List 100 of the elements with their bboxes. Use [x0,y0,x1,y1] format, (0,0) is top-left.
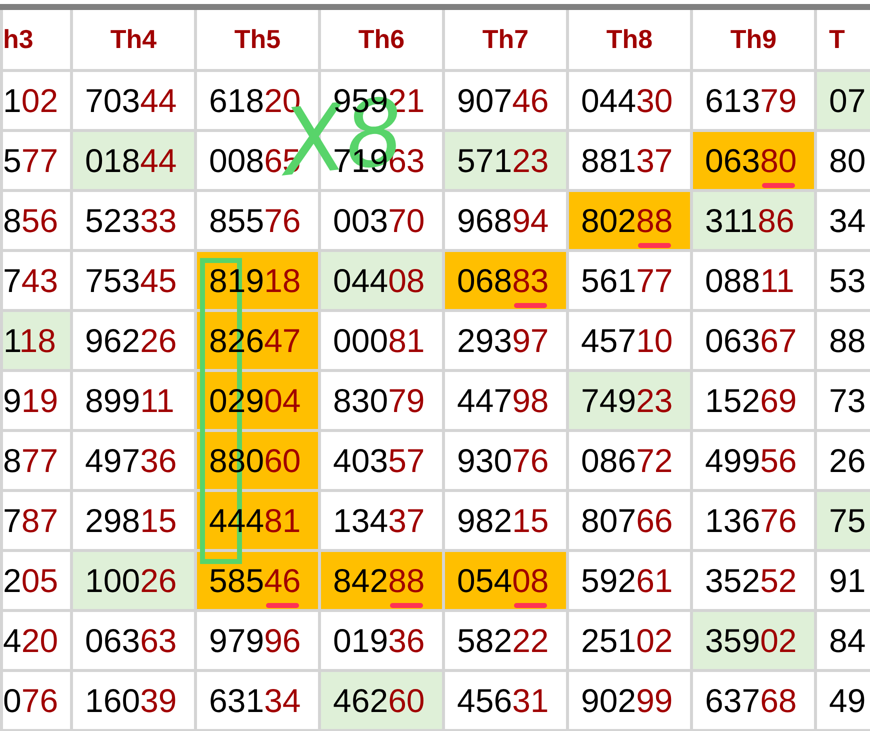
last-two-digits: 33 [140,202,177,238]
number-digits: 068 [457,262,512,298]
number-digits: 9 [3,382,22,418]
last-two-digits: 26 [140,562,177,598]
number-digits: 008 [209,142,264,178]
number-digits: 73 [829,382,866,418]
last-two-digits: 72 [636,442,673,478]
number-digits: 830 [333,382,388,418]
number-digits: 003 [333,202,388,238]
number-digits: 497 [85,442,140,478]
number-digits: 637 [705,682,760,718]
last-two-digits: 97 [512,322,549,358]
number-digits: 561 [581,262,636,298]
number-digits: 160 [85,682,140,718]
number-digits: 462 [333,682,388,718]
number-digits: 842 [333,562,388,598]
last-two-digits: 45 [140,262,177,298]
last-two-digits: 11 [140,382,174,418]
number-digits: 0 [3,682,22,718]
number-digits: 019 [333,622,388,658]
number-digits: 499 [705,442,760,478]
number-digits: 000 [333,322,388,358]
number-digits: 75 [829,502,866,538]
last-two-digits: 69 [760,382,797,418]
last-two-digits: 81 [388,322,425,358]
last-two-digits: 80 [760,142,797,178]
number-digits: 447 [457,382,512,418]
number-digits: 403 [333,442,388,478]
number-digits: 063 [705,322,760,358]
last-two-digits: 37 [388,502,425,538]
number-digits: 631 [209,682,264,718]
last-two-digits: 56 [760,442,797,478]
number-digits: 352 [705,562,760,598]
last-two-digits: 36 [388,622,425,658]
number-digits: 899 [85,382,140,418]
number-digits: 979 [209,622,264,658]
last-two-digits: 81 [264,502,301,538]
number-digits: 456 [457,682,512,718]
last-two-digits: 46 [264,562,301,598]
last-two-digits: 88 [388,562,425,598]
number-digits: 136 [705,502,760,538]
number-digits: 8 [3,202,22,238]
last-two-digits: 88 [636,202,673,238]
number-digits: 53 [829,262,866,298]
number-digits: 311 [705,202,758,238]
last-two-digits: 23 [512,142,549,178]
last-two-digits: 23 [636,382,673,418]
number-digits: 855 [209,202,264,238]
number-digits: 84 [829,622,866,658]
last-two-digits: 08 [388,262,425,298]
number-digits: 982 [457,502,512,538]
last-two-digits: 47 [264,322,301,358]
number-digits: 807 [581,502,636,538]
last-two-digits: 02 [760,622,797,658]
last-two-digits: 68 [760,682,797,718]
last-two-digits: 11 [760,262,794,298]
number-digits: 134 [333,502,388,538]
last-two-digits: 66 [636,502,673,538]
number-digits: 7 [3,502,22,538]
last-two-digits: 83 [512,262,549,298]
last-two-digits: 76 [760,502,797,538]
last-two-digits: 76 [264,202,301,238]
last-two-digits: 77 [21,142,58,178]
last-two-digits: 26 [140,322,177,358]
last-two-digits: 61 [636,562,673,598]
last-two-digits: 96 [264,622,301,658]
number-digits: 753 [85,262,140,298]
number-digits: 749 [581,382,636,418]
number-digits: 2 [3,562,22,598]
last-two-digits: 02 [21,82,58,118]
last-two-digits: 79 [388,382,425,418]
number-digits: 5 [3,142,22,178]
last-two-digits: 79 [760,82,797,118]
number-digits: 613 [705,82,760,118]
number-digits: 902 [581,682,636,718]
last-two-digits: 52 [760,562,797,598]
last-two-digits: 76 [512,442,549,478]
number-digits: 592 [581,562,636,598]
last-two-digits: 67 [760,322,797,358]
number-digits: 523 [85,202,140,238]
number-digits: 91 [829,562,866,598]
number-digits: 1 [3,322,20,358]
last-two-digits: 30 [636,82,673,118]
last-two-digits: 46 [512,82,549,118]
number-digits: 457 [581,322,636,358]
number-digits: 802 [581,202,636,238]
last-two-digits: 98 [512,382,549,418]
number-digits: 582 [457,622,512,658]
number-digits: 044 [581,82,636,118]
number-digits: 152 [705,382,760,418]
number-digits: 293 [457,322,512,358]
last-two-digits: 22 [512,622,549,658]
number-digits: 100 [85,562,140,598]
last-two-digits: 76 [21,682,58,718]
last-two-digits: 43 [21,262,58,298]
last-two-digits: 04 [264,382,301,418]
number-digits: 930 [457,442,512,478]
last-two-digits: 20 [21,622,58,658]
last-two-digits: 15 [512,502,549,538]
number-digits: 07 [829,82,866,118]
